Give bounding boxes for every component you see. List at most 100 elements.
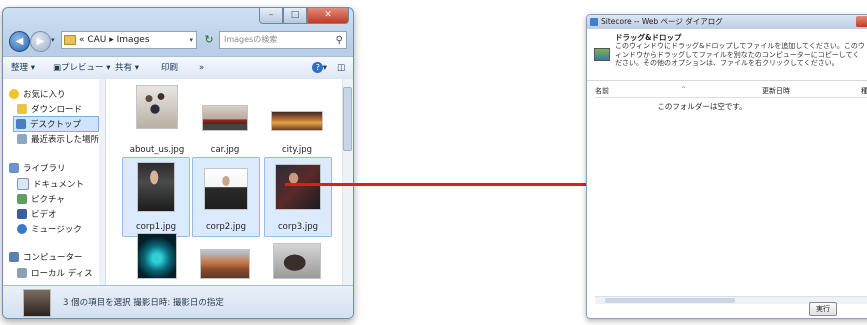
nav-label: ライブラリ <box>23 164 66 174</box>
library-icon <box>9 163 19 173</box>
document-icon <box>17 178 29 190</box>
address-row: ◀ ▶ ▾ « CAU ▸ Images ▾ ↻ Imagesの検索 ⚲ <box>9 30 347 52</box>
nav-label: デスクトップ <box>30 120 82 130</box>
status-text: 3 個の項目を選択 撮影日時: 撮影日の指定 <box>63 298 224 308</box>
nav-downloads[interactable]: ダウンロード <box>17 102 82 116</box>
forward-button[interactable]: ▶ <box>30 31 51 52</box>
music-icon <box>17 224 27 234</box>
header-description: このウィンドウにドラッグ&ドロップしてファイルを追加してください。このウィンドウ… <box>615 42 865 67</box>
file-item[interactable]: about_us.jpg <box>124 81 190 159</box>
search-input[interactable]: Imagesの検索 ⚲ <box>219 31 347 49</box>
nav-local-disk[interactable]: ローカル ディス <box>17 266 93 280</box>
nav-libraries[interactable]: ライブラリ <box>9 161 66 175</box>
thumbnail <box>271 111 323 131</box>
view-controls: ☷ ▾ ◫ ? <box>312 57 345 79</box>
nav-label: ビデオ <box>31 210 57 220</box>
nav-label: コンピューター <box>23 253 83 263</box>
thumbnail <box>136 85 178 129</box>
column-headers: 名前 ^ 更新日時 種類 <box>595 85 867 98</box>
nav-label: お気に入り <box>23 90 66 100</box>
recent-pages-dropdown[interactable]: ▾ <box>51 36 55 44</box>
nav-label: ダウンロード <box>31 105 83 115</box>
nav-computer[interactable]: コンピューター <box>9 250 83 264</box>
more-button[interactable]: » <box>199 57 204 79</box>
chevron-down-icon[interactable]: ▾ <box>189 31 193 49</box>
column-modified[interactable]: 更新日時 <box>762 86 790 96</box>
scrollbar-thumb[interactable] <box>605 298 735 303</box>
print-button[interactable]: 印刷 <box>161 57 178 79</box>
empty-folder-text: このフォルダーは空です。 <box>657 102 747 111</box>
thumbnail <box>204 168 248 210</box>
nav-label: ミュージック <box>31 225 82 235</box>
preview-pane-icon[interactable]: ◫ <box>337 57 345 79</box>
nav-label: 最近表示した場所 <box>31 135 100 145</box>
file-item[interactable]: corp1.jpg <box>122 157 190 237</box>
search-icon: ⚲ <box>335 35 343 46</box>
refresh-button[interactable]: ↻ <box>201 31 217 49</box>
run-button[interactable]: 実行 <box>809 302 837 316</box>
command-bar: 整理 ▾ ▣ プレビュー ▾ 共有 ▾ 印刷 » ☷ ▾ ◫ ? <box>3 56 353 80</box>
preview-label: プレビュー ▾ <box>61 63 111 73</box>
app-icon <box>590 18 598 26</box>
file-item[interactable]: corp2.jpg <box>192 157 260 237</box>
file-item[interactable]: car.jpg <box>192 81 258 159</box>
dialog-close-button[interactable] <box>856 16 867 27</box>
nav-recent[interactable]: 最近表示した場所 <box>17 132 99 146</box>
column-type[interactable]: 種類 <box>861 86 867 96</box>
thumbnail <box>273 243 321 279</box>
share-menu[interactable]: 共有 ▾ <box>115 57 139 79</box>
nav-pictures[interactable]: ピクチャ <box>17 192 65 206</box>
recent-places-icon <box>17 134 27 144</box>
nav-label: ローカル ディス <box>31 269 93 279</box>
file-item[interactable]: corp3.jpg <box>264 157 332 237</box>
search-placeholder: Imagesの検索 <box>224 35 278 44</box>
desktop-icon <box>16 119 26 129</box>
sort-indicator-icon: ^ <box>681 86 687 93</box>
nav-label: ピクチャ <box>31 195 65 205</box>
thumbnail <box>137 162 175 212</box>
selection-thumbnail <box>23 289 51 317</box>
column-name[interactable]: 名前 <box>595 86 609 96</box>
thumbnail <box>202 105 248 131</box>
explorer-window: – □ ✕ ◀ ▶ ▾ « CAU ▸ Images ▾ ↻ Imagesの検索… <box>2 7 354 319</box>
address-bar[interactable]: « CAU ▸ Images ▾ <box>61 31 197 49</box>
nav-favorites[interactable]: お気に入り <box>9 87 66 101</box>
file-name: corp2.jpg <box>205 222 247 232</box>
breadcrumb: « CAU ▸ Images <box>79 35 150 45</box>
preview-menu[interactable]: ▣ プレビュー ▾ <box>53 57 111 79</box>
sitecore-dialog: Sitecore -- Web ページ ダイアログ ドラッグ&ドロップ このウィ… <box>586 14 867 319</box>
window-controls: – □ ✕ <box>259 8 349 24</box>
picture-icon <box>17 194 27 204</box>
nav-desktop[interactable]: デスクトップ <box>13 116 99 132</box>
file-name: city.jpg <box>281 145 313 155</box>
close-button[interactable]: ✕ <box>307 8 349 24</box>
computer-icon <box>9 252 19 262</box>
dialog-header: ドラッグ&ドロップ このウィンドウにドラッグ&ドロップしてファイルを追加してくだ… <box>587 29 867 81</box>
dialog-titlebar: Sitecore -- Web ページ ダイアログ <box>587 15 867 29</box>
nav-music[interactable]: ミュージック <box>17 222 82 236</box>
back-button[interactable]: ◀ <box>9 31 30 52</box>
organize-menu[interactable]: 整理 ▾ <box>11 57 35 79</box>
file-name: corp1.jpg <box>135 222 177 232</box>
star-icon <box>9 89 19 99</box>
dialog-title: Sitecore -- Web ページ ダイアログ <box>601 17 723 26</box>
image-icon <box>594 48 610 61</box>
thumbnail <box>137 233 177 279</box>
thumbnail <box>275 164 321 210</box>
file-name: about_us.jpg <box>129 145 185 155</box>
video-icon <box>17 209 27 219</box>
minimize-button[interactable]: – <box>259 8 283 24</box>
nav-scrollbar[interactable] <box>99 79 105 285</box>
nav-videos[interactable]: ビデオ <box>17 207 57 221</box>
folder-icon <box>64 35 76 45</box>
nav-label: ドキュメント <box>33 180 85 190</box>
content-scrollbar[interactable] <box>342 79 353 285</box>
nav-documents[interactable]: ドキュメント <box>17 177 84 191</box>
scrollbar-thumb[interactable] <box>343 87 352 151</box>
download-folder-icon <box>17 104 27 114</box>
details-pane: 3 個の項目を選択 撮影日時: 撮影日の指定 <box>3 285 353 318</box>
file-item[interactable]: city.jpg <box>264 81 330 159</box>
file-view: about_us.jpg car.jpg city.jpg corp1.jpg … <box>106 79 353 285</box>
thumbnail <box>200 249 250 279</box>
maximize-button[interactable]: □ <box>283 8 307 24</box>
